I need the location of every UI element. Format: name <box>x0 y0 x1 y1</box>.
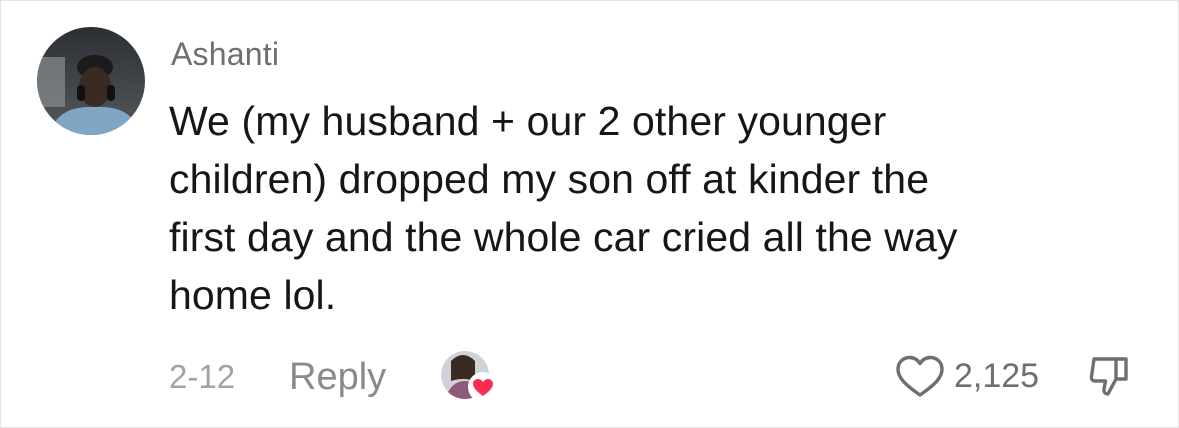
creator-liked-badge <box>441 351 498 403</box>
reply-button[interactable]: Reply <box>289 355 386 399</box>
dislike-button[interactable] <box>1086 353 1132 399</box>
user-avatar[interactable] <box>37 27 145 135</box>
avatar-image <box>37 27 145 135</box>
like-count: 2,125 <box>954 357 1040 395</box>
comment-text: We (my husband + our 2 other younger chi… <box>169 92 1129 324</box>
comment-card: Ashanti We (my husband + our 2 other you… <box>0 0 1179 428</box>
comment-text-line: home lol. <box>169 272 337 318</box>
comment-date: 2-12 <box>169 358 236 395</box>
comment-text-line: first day and the whole car cried all th… <box>169 214 958 260</box>
thumbs-down-icon <box>1089 357 1128 396</box>
comment-username[interactable]: Ashanti <box>171 34 279 74</box>
heart-outline-icon <box>896 355 944 397</box>
like-button[interactable]: 2,125 <box>894 354 1039 398</box>
creator-liked-heart-icon <box>468 372 498 402</box>
comment-text-line: children) dropped my son off at kinder t… <box>169 156 930 202</box>
comment-text-line: We (my husband + our 2 other younger <box>169 98 887 144</box>
